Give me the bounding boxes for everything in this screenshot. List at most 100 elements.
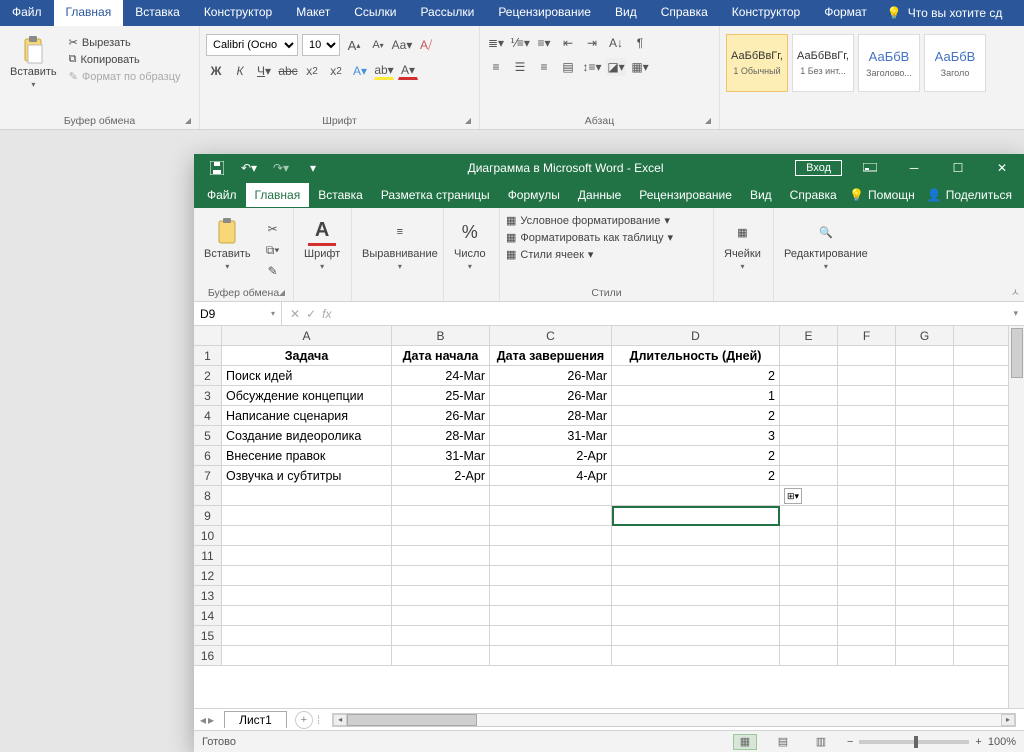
superscript-icon[interactable]: x2 bbox=[326, 62, 346, 80]
cell[interactable] bbox=[780, 566, 838, 585]
cell[interactable]: 4-Apr bbox=[490, 466, 612, 485]
style-tile[interactable]: АаБбВЗаголо bbox=[924, 34, 986, 92]
cell[interactable] bbox=[896, 406, 954, 425]
row-header[interactable]: 11 bbox=[194, 546, 222, 565]
cell[interactable] bbox=[896, 466, 954, 485]
cell[interactable]: 2 bbox=[612, 466, 780, 485]
word-tab-Главная[interactable]: Главная bbox=[54, 0, 124, 26]
font-size-combo[interactable]: 10 bbox=[302, 34, 340, 56]
ex-font-button[interactable]: АШрифт▾ bbox=[300, 216, 344, 273]
cell[interactable] bbox=[896, 386, 954, 405]
scroll-left-icon[interactable]: ◂ bbox=[333, 714, 347, 726]
bold-icon[interactable]: Ж bbox=[206, 62, 226, 80]
cell[interactable] bbox=[780, 586, 838, 605]
excel-tab-Рецензирование[interactable]: Рецензирование bbox=[630, 183, 741, 207]
cell[interactable] bbox=[838, 346, 896, 365]
indent-inc-icon[interactable]: ⇥ bbox=[582, 34, 602, 52]
cell[interactable] bbox=[392, 626, 490, 645]
row-header[interactable]: 3 bbox=[194, 386, 222, 405]
cell[interactable]: 31-Mar bbox=[490, 426, 612, 445]
row-header[interactable]: 1 bbox=[194, 346, 222, 365]
cell[interactable] bbox=[838, 526, 896, 545]
enter-icon[interactable]: ✓ bbox=[306, 307, 316, 321]
ex-copy-icon[interactable]: ⧉▾ bbox=[263, 241, 283, 259]
collapse-ribbon-icon[interactable]: ㅅ bbox=[1011, 284, 1020, 299]
cell[interactable] bbox=[780, 646, 838, 665]
cell[interactable] bbox=[222, 606, 392, 625]
indent-dec-icon[interactable]: ⇤ bbox=[558, 34, 578, 52]
cell[interactable] bbox=[896, 646, 954, 665]
add-sheet-icon[interactable]: + bbox=[295, 711, 313, 729]
cell[interactable]: 28-Mar bbox=[490, 406, 612, 425]
cell[interactable] bbox=[612, 546, 780, 565]
cell[interactable]: 31-Mar bbox=[392, 446, 490, 465]
cell[interactable] bbox=[612, 526, 780, 545]
cell[interactable] bbox=[222, 646, 392, 665]
redo-icon[interactable]: ↷▾ bbox=[268, 157, 294, 179]
row-header[interactable]: 12 bbox=[194, 566, 222, 585]
bullets-icon[interactable]: ≣▾ bbox=[486, 34, 506, 52]
zoom-out-icon[interactable]: − bbox=[847, 736, 853, 748]
row-header[interactable]: 10 bbox=[194, 526, 222, 545]
cell[interactable]: Внесение правок bbox=[222, 446, 392, 465]
cell[interactable] bbox=[780, 346, 838, 365]
qat-custom-icon[interactable]: ▾ bbox=[300, 157, 326, 179]
select-all-corner[interactable] bbox=[194, 326, 222, 345]
numbering-icon[interactable]: ⅟≡▾ bbox=[510, 34, 530, 52]
sheet-nav-prev-icon[interactable]: ◂ bbox=[200, 713, 206, 727]
minimize-icon[interactable]: ─ bbox=[892, 154, 936, 182]
expand-fbar-icon[interactable]: ▾ bbox=[1007, 308, 1024, 319]
italic-icon[interactable]: К bbox=[230, 62, 250, 80]
cell[interactable] bbox=[392, 646, 490, 665]
cell[interactable] bbox=[392, 506, 490, 525]
cell[interactable]: Озвучка и субтитры bbox=[222, 466, 392, 485]
cell[interactable] bbox=[490, 506, 612, 525]
multilevel-icon[interactable]: ≡▾ bbox=[534, 34, 554, 52]
format-painter-button[interactable]: ✎Формат по образцу bbox=[69, 70, 181, 83]
row-header[interactable]: 14 bbox=[194, 606, 222, 625]
shading-icon[interactable]: ◪▾ bbox=[606, 58, 626, 76]
excel-tab-Вид[interactable]: Вид bbox=[741, 183, 781, 207]
view-pagebreak-icon[interactable]: ▥ bbox=[809, 734, 833, 750]
highlight-icon[interactable]: ab▾ bbox=[374, 62, 394, 80]
justify-icon[interactable]: ▤ bbox=[558, 58, 578, 76]
cell[interactable]: Создание видеоролика bbox=[222, 426, 392, 445]
change-case-icon[interactable]: Aa▾ bbox=[392, 36, 412, 54]
row-header[interactable]: 9 bbox=[194, 506, 222, 525]
col-header-F[interactable]: F bbox=[838, 326, 896, 345]
cell[interactable] bbox=[222, 526, 392, 545]
cell[interactable] bbox=[490, 646, 612, 665]
row-header[interactable]: 13 bbox=[194, 586, 222, 605]
copy-button[interactable]: ⧉Копировать bbox=[69, 53, 181, 66]
cell[interactable]: 26-Mar bbox=[392, 406, 490, 425]
cell[interactable] bbox=[896, 486, 954, 505]
view-normal-icon[interactable]: ▦ bbox=[733, 734, 757, 750]
word-tab-Макет[interactable]: Макет bbox=[284, 0, 342, 26]
cell[interactable] bbox=[780, 626, 838, 645]
cell[interactable]: 3 bbox=[612, 426, 780, 445]
cut-button[interactable]: ✂Вырезать bbox=[69, 36, 181, 49]
text-effects-icon[interactable]: A▾ bbox=[350, 62, 370, 80]
cell[interactable] bbox=[838, 506, 896, 525]
tell-me-button[interactable]: 💡Помощн bbox=[849, 188, 915, 202]
word-tab-Конструктор[interactable]: Конструктор bbox=[192, 0, 284, 26]
cell[interactable] bbox=[838, 646, 896, 665]
line-spacing-icon[interactable]: ↕≡▾ bbox=[582, 58, 602, 76]
cell[interactable] bbox=[896, 586, 954, 605]
cell[interactable] bbox=[780, 466, 838, 485]
cell[interactable]: 1 bbox=[612, 386, 780, 405]
excel-tab-Разметка страницы[interactable]: Разметка страницы bbox=[372, 183, 499, 207]
cell[interactable]: 2-Apr bbox=[392, 466, 490, 485]
row-header[interactable]: 15 bbox=[194, 626, 222, 645]
row-header[interactable]: 5 bbox=[194, 426, 222, 445]
dialog-launcher-icon[interactable]: ◢ bbox=[185, 116, 191, 125]
cell[interactable] bbox=[490, 626, 612, 645]
underline-icon[interactable]: Ч▾ bbox=[254, 62, 274, 80]
ex-number-button[interactable]: %Число▾ bbox=[450, 216, 490, 273]
word-tab-Ссылки[interactable]: Ссылки bbox=[342, 0, 408, 26]
strike-icon[interactable]: abc bbox=[278, 62, 298, 80]
cell[interactable] bbox=[392, 606, 490, 625]
cell[interactable]: 26-Mar bbox=[490, 366, 612, 385]
cell[interactable] bbox=[896, 606, 954, 625]
cell[interactable] bbox=[896, 426, 954, 445]
